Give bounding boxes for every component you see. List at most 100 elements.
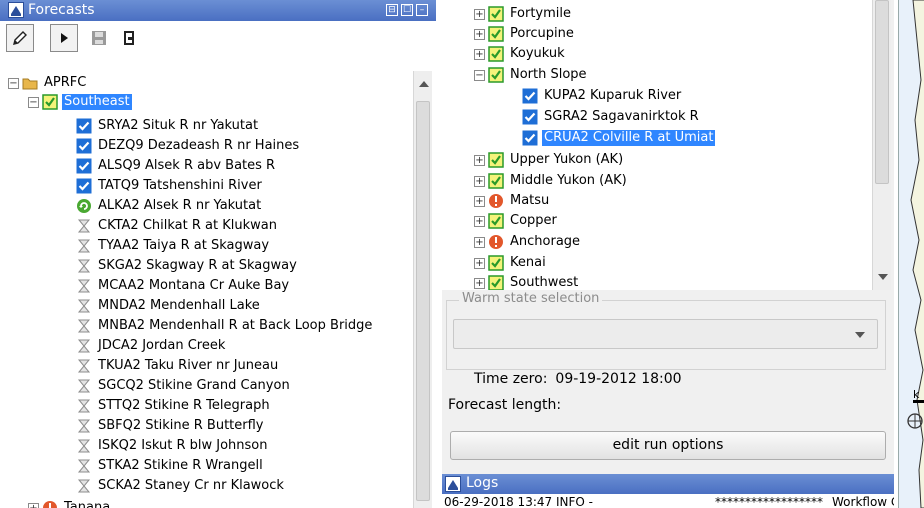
expand-icon[interactable]: + (474, 28, 485, 40)
maximize-icon[interactable]: ☐ (401, 4, 413, 16)
tree-node-anchorage[interactable]: + Anchorage (474, 233, 582, 251)
green-check-icon[interactable] (488, 173, 504, 189)
tree-node-kenai[interactable]: + Kenai (474, 254, 548, 272)
checkbox-checked-icon[interactable] (76, 178, 92, 194)
scroll-up-icon[interactable] (419, 81, 429, 87)
expand-icon[interactable]: + (474, 8, 485, 20)
map-coastline: k (907, 0, 924, 508)
tree-item-label: MCAA2 Montana Cr Auke Bay (98, 278, 290, 293)
logs-title-bar: Logs (442, 474, 894, 494)
tree-item[interactable]: DEZQ9 Dezadeash R nr Haines (76, 137, 301, 155)
green-check-icon[interactable] (488, 255, 504, 271)
tree-node-label: Upper Yukon (AK) (510, 152, 624, 167)
green-check-icon[interactable] (488, 6, 504, 22)
dock-icon[interactable]: ⊟ (386, 4, 398, 16)
tree-node-matsu[interactable]: + Matsu (474, 192, 551, 210)
tree-item-label: SRYA2 Situk R nr Yakutat (98, 118, 259, 133)
tree-item[interactable]: STTQ2 Stikine R Telegraph (76, 397, 272, 415)
scroll-down-icon[interactable] (878, 274, 888, 280)
expand-icon[interactable]: + (474, 48, 485, 60)
checkbox-checked-icon[interactable] (522, 130, 538, 146)
green-check-icon[interactable] (488, 152, 504, 168)
tree-item[interactable]: KUPA2 Kuparuk River (522, 87, 683, 105)
tree-item[interactable]: JDCA2 Jordan Creek (76, 337, 227, 355)
expand-icon[interactable]: + (474, 175, 485, 187)
green-check-icon[interactable] (42, 94, 58, 110)
minimize-icon[interactable]: – (416, 4, 428, 16)
tree-node-upper-yukon[interactable]: + Upper Yukon (AK) (474, 151, 625, 169)
tree-item[interactable]: MNBA2 Mendenhall R at Back Loop Bridge (76, 317, 374, 335)
green-check-icon[interactable] (488, 275, 504, 290)
tree-node-middle-yukon[interactable]: + Middle Yukon (AK) (474, 172, 629, 190)
tree-item-label: DEZQ9 Dezadeash R nr Haines (98, 138, 300, 153)
collapse-icon[interactable]: − (28, 96, 39, 108)
tree-node-copper[interactable]: + Copper (474, 212, 559, 230)
tree-item[interactable]: SKGA2 Skagway R at Skagway (76, 257, 299, 275)
expand-icon[interactable]: + (474, 236, 485, 248)
expand-icon[interactable]: + (474, 154, 485, 166)
save-button[interactable] (90, 29, 108, 51)
tree-item[interactable]: TATQ9 Tatshenshini River (76, 177, 264, 195)
green-check-icon[interactable] (488, 67, 504, 83)
tree-item[interactable]: SCKA2 Staney Cr nr Klawock (76, 477, 286, 495)
edit-button[interactable] (6, 24, 34, 52)
tree-node-southeast[interactable]: − Southeast (28, 93, 132, 111)
checkbox-checked-icon[interactable] (522, 88, 538, 104)
tree-item[interactable]: SBFQ2 Stikine R Butterfly (76, 417, 266, 435)
tree-item-label: TATQ9 Tatshenshini River (98, 178, 262, 193)
tree-item[interactable]: STKA2 Stikine R Wrangell (76, 457, 265, 475)
tree-item-label: CKTA2 Chilkat R at Klukwan (98, 218, 277, 233)
tree-node-root[interactable]: − APRFC (8, 74, 88, 92)
map-panel[interactable]: k (898, 0, 924, 508)
checkbox-checked-icon[interactable] (76, 118, 92, 134)
tree-item[interactable]: ALKA2 Alsek R nr Yakutat (76, 197, 263, 215)
tree-node-tanana[interactable]: + Tanana (28, 499, 112, 508)
green-check-icon[interactable] (488, 26, 504, 42)
warm-state-select[interactable] (453, 319, 878, 349)
checkbox-checked-icon[interactable] (522, 109, 538, 125)
tree-item-selected[interactable]: CRUA2 Colville R at Umiat (522, 129, 716, 147)
run-button[interactable] (50, 24, 78, 52)
expand-icon[interactable]: + (28, 502, 39, 508)
checkbox-checked-icon[interactable] (76, 138, 92, 154)
tree-item[interactable]: MNDA2 Mendenhall Lake (76, 297, 262, 315)
folder-icon (22, 75, 38, 91)
forecasts-title-bar: Forecasts ⊟ ☐ – (0, 0, 436, 21)
tree-item[interactable]: ISKQ2 Iskut R blw Johnson (76, 437, 269, 455)
expand-icon[interactable]: + (474, 195, 485, 207)
tree-node-southwest[interactable]: + Southwest (474, 274, 580, 290)
group-tree-scrollbar[interactable] (872, 0, 891, 290)
exit-button[interactable] (120, 29, 138, 51)
scroll-thumb[interactable] (416, 101, 430, 501)
expand-icon[interactable]: + (474, 257, 485, 269)
tree-item[interactable]: SRYA2 Situk R nr Yakutat (76, 117, 260, 135)
tree-item[interactable]: TYAA2 Taiya R at Skagway (76, 237, 271, 255)
tree-item[interactable]: SGCQ2 Stikine Grand Canyon (76, 377, 292, 395)
green-check-icon[interactable] (488, 46, 504, 62)
tree-item[interactable]: SGRA2 Sagavanirktok R (522, 108, 701, 126)
tree-node-label: Matsu (510, 193, 550, 208)
log-row[interactable]: 06-29-2018 13:47 INFO - ****************… (442, 494, 894, 508)
hourglass-icon (76, 318, 92, 334)
tree-item[interactable]: CKTA2 Chilkat R at Klukwan (76, 217, 279, 235)
tree-node-porcupine[interactable]: + Porcupine (474, 25, 576, 43)
collapse-icon[interactable]: − (8, 77, 19, 89)
tree-item-label: SBFQ2 Stikine R Butterfly (98, 418, 264, 433)
expand-icon[interactable]: + (474, 277, 485, 289)
expand-icon[interactable]: + (474, 215, 485, 227)
tree-node-fortymile[interactable]: + Fortymile (474, 5, 573, 23)
checkbox-checked-icon[interactable] (76, 158, 92, 174)
tree-node-north-slope[interactable]: − North Slope (474, 66, 589, 84)
edit-run-options-button[interactable]: edit run options (450, 431, 886, 460)
collapse-icon[interactable]: − (474, 69, 485, 81)
error-icon (42, 500, 58, 508)
scroll-thumb[interactable] (875, 0, 889, 184)
tree-item[interactable]: ALSQ9 Alsek R abv Bates R (76, 157, 277, 175)
green-check-icon[interactable] (488, 213, 504, 229)
tree-item-label: MNDA2 Mendenhall Lake (98, 298, 260, 313)
tree-item[interactable]: TKUA2 Taku River nr Juneau (76, 357, 280, 375)
tree-node-koyukuk[interactable]: + Koyukuk (474, 45, 567, 63)
hourglass-icon (76, 418, 92, 434)
forecasts-scrollbar[interactable] (413, 71, 432, 508)
tree-item[interactable]: MCAA2 Montana Cr Auke Bay (76, 277, 291, 295)
